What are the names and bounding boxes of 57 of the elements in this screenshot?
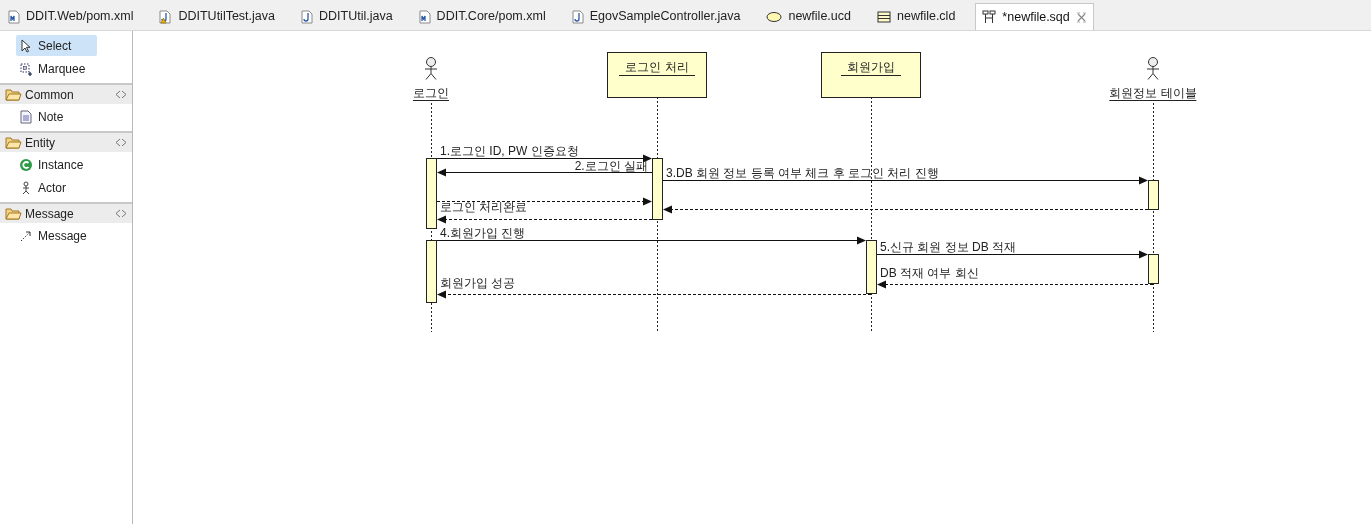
activation-bar xyxy=(1148,254,1159,284)
pointer-icon xyxy=(19,38,33,53)
ellipse-icon xyxy=(766,10,783,23)
message-label: 로그인 처리완료 xyxy=(440,200,528,214)
editor-tab[interactable]: newfile.cld xyxy=(871,3,962,30)
editor-tab[interactable]: DDITUtil.java xyxy=(295,3,399,30)
file-m-icon xyxy=(418,9,431,24)
folder-icon xyxy=(5,207,22,220)
object-name: 회원가입 xyxy=(841,60,901,76)
actor-figure-icon xyxy=(423,57,439,81)
table-icon xyxy=(877,10,891,23)
collapse-icon[interactable] xyxy=(115,209,127,218)
message-label: 1.로그인 ID, PW 인증요청 xyxy=(440,144,579,158)
sequence-diagram-icon xyxy=(982,10,997,24)
palette-item[interactable]: Select xyxy=(16,35,97,56)
editor-tab[interactable]: DDITUtilTest.java xyxy=(153,3,281,30)
instance-icon xyxy=(19,157,33,172)
java-file-icon xyxy=(571,9,584,24)
palette-item[interactable]: Marquee xyxy=(16,58,97,79)
palette-drawer-header[interactable]: Message xyxy=(0,202,132,223)
message-label: 회원가입 성공 xyxy=(440,276,516,290)
palette-item[interactable]: Message xyxy=(16,225,97,246)
close-icon[interactable] xyxy=(1075,11,1087,23)
activation-bar xyxy=(866,240,877,294)
editor-tab[interactable]: EgovSampleController.java xyxy=(565,3,747,30)
dashed-arrow-icon xyxy=(19,228,33,243)
message-label: 2.로그인 실패 xyxy=(574,159,648,173)
java-file-warning-icon xyxy=(159,9,173,24)
message-label: 4.회원가입 진행 xyxy=(440,226,526,240)
activation-bar xyxy=(652,158,663,220)
note-icon xyxy=(19,109,33,124)
editor-tab[interactable]: newfile.ucd xyxy=(760,3,857,30)
marquee-icon xyxy=(19,61,33,76)
actor-figure-icon xyxy=(1145,57,1161,81)
collapse-icon[interactable] xyxy=(115,138,127,147)
editor-tab[interactable]: DDIT.Core/pom.xml xyxy=(412,3,552,30)
collapse-icon[interactable] xyxy=(115,90,127,99)
activation-bar xyxy=(426,158,437,229)
folder-icon xyxy=(5,88,22,101)
editor-tab[interactable]: *newfile.sqd xyxy=(975,3,1094,30)
actor-name: 회원정보 테이블 xyxy=(1109,86,1197,101)
java-file-icon xyxy=(301,9,313,24)
file-m-icon xyxy=(8,9,20,24)
message-label: 3.DB 회원 정보 등록 여부 체크 후 로그인 처리 진행 xyxy=(666,166,939,180)
palette-drawer-header[interactable]: Entity xyxy=(0,131,132,152)
actor-name: 로그인 xyxy=(413,86,449,101)
folder-icon xyxy=(5,136,22,149)
palette-item[interactable]: Note xyxy=(16,106,97,127)
activation-bar xyxy=(426,240,437,303)
message-label: DB 적재 여부 회신 xyxy=(880,266,979,280)
palette-drawer-header[interactable]: Common xyxy=(0,83,132,104)
editor-tab[interactable]: DDIT.Web/pom.xml xyxy=(2,3,140,30)
message-label: 5.신규 회원 정보 DB 적재 xyxy=(880,240,1016,254)
activation-bar xyxy=(1148,180,1159,210)
palette-item[interactable]: Instance xyxy=(16,154,97,175)
palette-item[interactable]: Actor xyxy=(16,177,97,198)
object-name: 로그인 처리 xyxy=(619,60,695,76)
